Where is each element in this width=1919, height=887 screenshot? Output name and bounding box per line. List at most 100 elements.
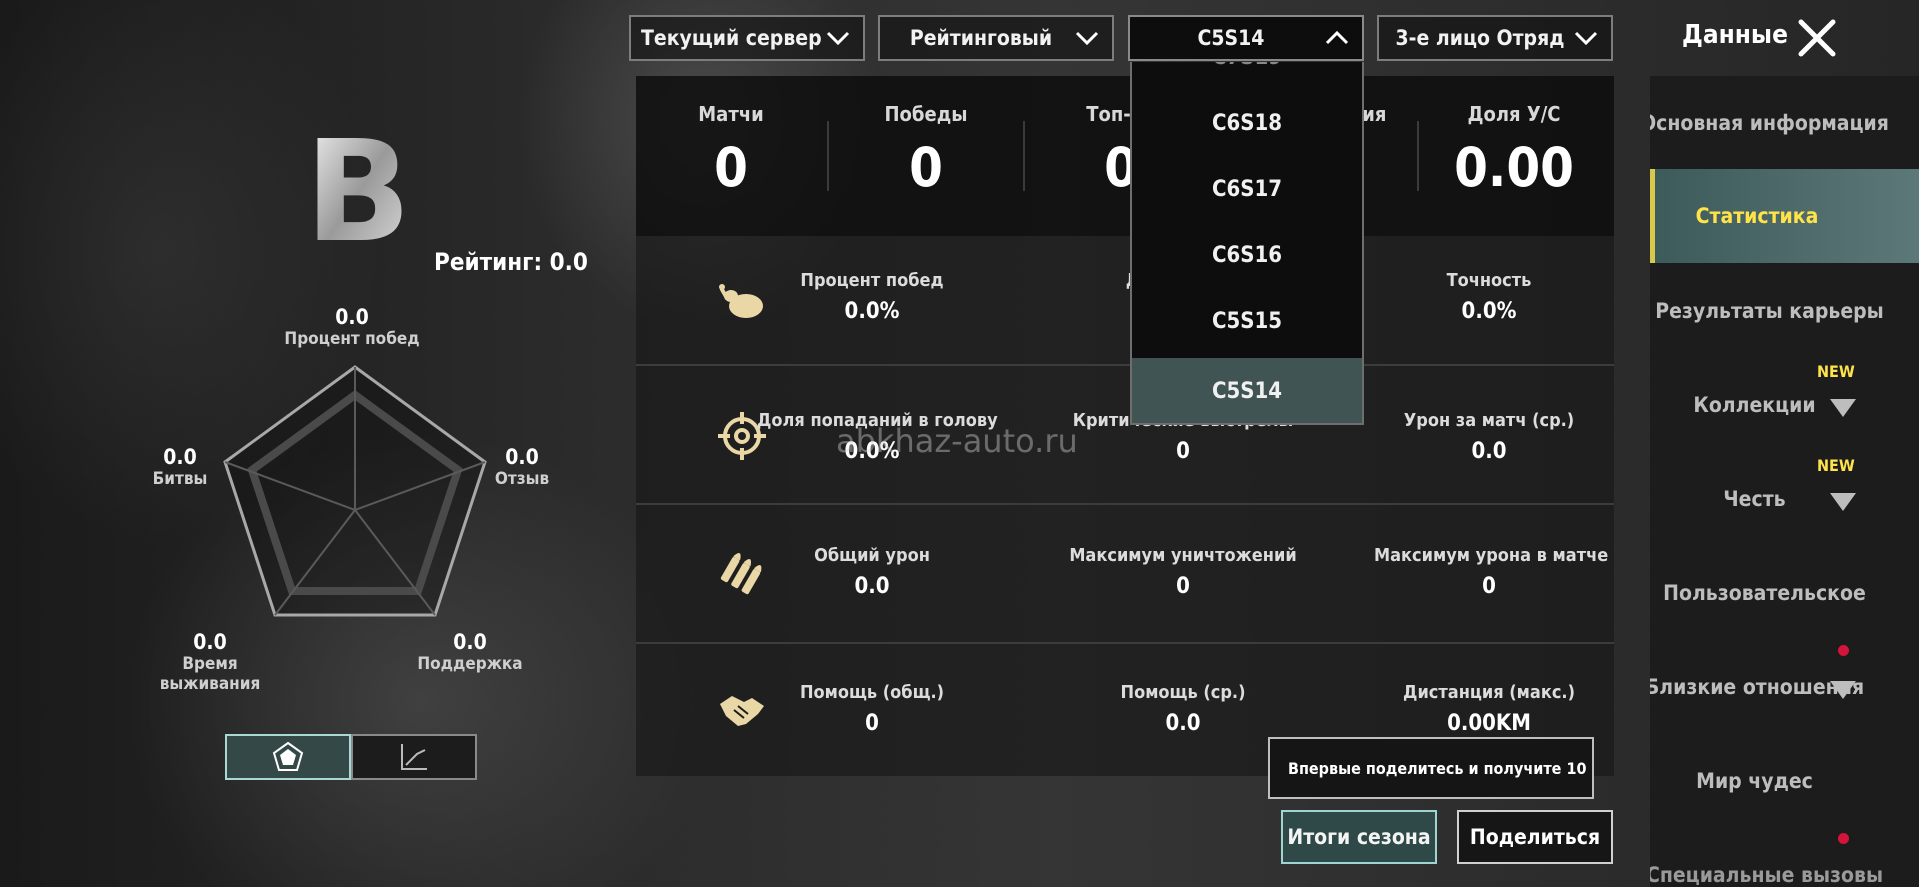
stat-cell: Дистанция (макс.) 0.00KM	[1374, 682, 1604, 736]
radar-battles-value: 0.0	[163, 445, 197, 469]
perspective-dropdown-label: 3-е лицо Отряд	[1395, 26, 1565, 50]
stat-label: Процент побед	[800, 270, 944, 291]
chevron-down-icon	[1830, 681, 1856, 699]
chevron-down-icon	[1830, 493, 1856, 511]
radar-win-rate: 0.0 Процент побед	[272, 305, 432, 349]
server-dropdown-label: Текущий сервер: Ei	[641, 26, 823, 50]
radar-review-value: 0.0	[505, 445, 539, 469]
sidebar-item-label: Близкие отношения	[1650, 675, 1865, 699]
radar-win-rate-label: Процент побед	[284, 329, 420, 349]
stat-value: 0.00KM	[1447, 711, 1531, 736]
stat-value: 0.0	[1471, 439, 1507, 464]
perspective-dropdown[interactable]: 3-е лицо Отряд	[1377, 15, 1613, 61]
summary-kd: Доля У/С 0.00	[1414, 102, 1614, 199]
sidebar-item-label: Пользовательское	[1663, 581, 1866, 605]
stat-value: 0.0%	[844, 299, 900, 324]
radar-battles: 0.0 Битвы	[100, 445, 260, 489]
radar-win-rate-value: 0.0	[335, 305, 369, 329]
season-option[interactable]: C6S17	[1132, 156, 1362, 222]
radar-battles-label: Битвы	[152, 469, 208, 489]
stat-label: Максимум урона в матче	[1374, 545, 1609, 566]
season-option[interactable]: C6S16	[1132, 222, 1362, 288]
stat-label: Помощь (ср.)	[1120, 682, 1246, 703]
stats-panel: Матчи 0 Победы 0 Топ-10 0 Уничтожения 0 …	[636, 76, 1614, 776]
season-option[interactable]: C5S15	[1132, 288, 1362, 354]
rating-label: Рейтинг: 0.0	[434, 248, 588, 276]
sidebar-item-custom[interactable]: Пользовательское	[1650, 546, 1919, 640]
close-icon[interactable]	[1797, 18, 1837, 58]
season-option[interactable]: C6S18	[1132, 90, 1362, 156]
sidebar: Основная информация Статистика Результат…	[1650, 76, 1919, 887]
pentagon-icon	[272, 741, 304, 771]
summary-kd-value: 0.00	[1454, 136, 1574, 199]
sidebar-item-wonder-world[interactable]: Мир чудес	[1650, 734, 1919, 828]
radar-review-label: Отзыв	[494, 469, 550, 489]
chevron-up-icon	[1325, 30, 1349, 45]
new-badge: NEW	[1817, 362, 1855, 381]
chevron-down-icon	[1574, 31, 1598, 46]
summary-wins: Победы 0	[826, 102, 1026, 199]
sidebar-item-label: Основная информация	[1650, 111, 1889, 135]
radar-view-toggle[interactable]	[225, 734, 351, 780]
sidebar-item-relations[interactable]: Близкие отношения	[1650, 640, 1919, 734]
summary-kd-label: Доля У/С	[1467, 102, 1561, 126]
sidebar-item-collections[interactable]: Коллекции	[1650, 358, 1919, 452]
sidebar-item-label: Результаты карьеры	[1655, 299, 1884, 323]
stat-label: Точность	[1446, 270, 1532, 291]
mode-dropdown-label: Рейтинговый	[909, 26, 1053, 50]
chart-view-toggle[interactable]	[351, 734, 477, 780]
stat-cell: Максимум урона в матче 0	[1374, 545, 1609, 599]
stat-cell: Помощь (общ.) 0	[757, 682, 987, 736]
stat-cell: Общий урон 0.0	[757, 545, 987, 599]
season-dropdown[interactable]: C5S14	[1128, 15, 1364, 61]
stat-value: 0	[1482, 574, 1496, 599]
season-option[interactable]: C7S19	[1132, 62, 1362, 90]
radar-chart	[223, 365, 487, 617]
radar-survival-label: Время выживания	[159, 654, 261, 694]
panel-title: Данные	[1682, 20, 1788, 50]
sidebar-item-basic-info[interactable]: Основная информация	[1650, 76, 1919, 170]
summary-matches-label: Матчи	[698, 102, 764, 126]
stat-label: Общий урон	[814, 545, 930, 566]
new-badge: NEW	[1817, 456, 1855, 475]
share-button[interactable]: Поделиться	[1457, 810, 1613, 864]
sidebar-item-label: Честь	[1723, 487, 1786, 511]
chevron-down-icon	[1075, 31, 1099, 46]
summary-matches: Матчи 0	[631, 102, 831, 199]
tooltip-text: Впервые поделитесь и получите 10	[1288, 758, 1587, 778]
season-option-selected[interactable]: C5S14	[1132, 358, 1362, 423]
stat-cell: Урон за матч (ср.) 0.0	[1374, 410, 1604, 464]
stat-value: 0	[1176, 439, 1190, 464]
sidebar-item-special[interactable]: Специальные вызовы	[1650, 828, 1919, 887]
summary-wins-label: Победы	[884, 102, 968, 126]
radar-support: 0.0 Поддержка	[390, 630, 550, 674]
stats-row: Доля попаданий в голову 0.0% Критические…	[636, 368, 1614, 505]
stat-cell: Максимум уничтожений 0	[1068, 545, 1298, 599]
line-chart-icon	[401, 744, 427, 770]
summary-matches-value: 0	[714, 136, 748, 199]
radar-survival-value: 0.0	[193, 630, 227, 654]
season-summary-button[interactable]: Итоги сезона	[1281, 810, 1437, 864]
stat-cell: Помощь (ср.) 0.0	[1068, 682, 1298, 736]
stat-value: 0.0	[1165, 711, 1201, 736]
server-dropdown[interactable]: Текущий сервер: Ei	[629, 15, 865, 61]
stat-label: Максимум уничтожений	[1069, 545, 1297, 566]
stat-cell: Точность 0.0%	[1374, 270, 1604, 324]
sidebar-item-label: Статистика	[1695, 204, 1819, 228]
sidebar-item-honor[interactable]: Честь	[1650, 452, 1919, 546]
season-dropdown-label: C5S14	[1197, 26, 1265, 50]
stat-label: Дистанция (макс.)	[1403, 682, 1575, 703]
stat-value: 0.0%	[1461, 299, 1517, 324]
sidebar-item-label: Коллекции	[1693, 393, 1816, 417]
radar-support-value: 0.0	[453, 630, 487, 654]
sidebar-item-career[interactable]: Результаты карьеры	[1650, 264, 1919, 358]
stat-value: 0	[865, 711, 879, 736]
summary-row: Матчи 0 Победы 0 Топ-10 0 Уничтожения 0 …	[636, 76, 1614, 236]
stat-label: Урон за матч (ср.)	[1403, 410, 1575, 431]
chevron-down-icon	[1830, 399, 1856, 417]
summary-wins-value: 0	[909, 136, 943, 199]
sidebar-item-statistics[interactable]: Статистика	[1650, 169, 1919, 263]
stats-row: Общий урон 0.0 Максимум уничтожений 0 Ма…	[636, 507, 1614, 644]
mode-dropdown[interactable]: Рейтинговый	[878, 15, 1114, 61]
stat-value: 0	[1176, 574, 1190, 599]
